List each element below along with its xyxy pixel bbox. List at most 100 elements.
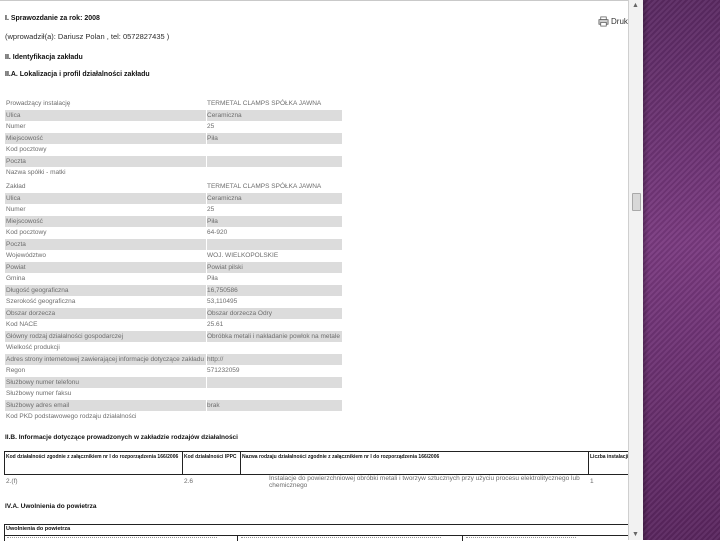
table-row: Numer 25 (5, 121, 342, 133)
field-label: Wielkość produkcji (6, 344, 60, 351)
field-label: Służbowy adres email (6, 401, 70, 409)
decorative-side-panel (643, 0, 720, 540)
section-iib-title: II.B. Informacje dotyczące prowadzonych … (5, 434, 238, 441)
header-installation-count: Liczba instalacji (590, 454, 628, 460)
print-label: Drukuj (611, 16, 628, 26)
field-value (207, 239, 342, 251)
column-stub (7, 537, 217, 541)
field-label: Główny rodzaj działalności gospodarczej (6, 332, 124, 340)
field-label: Poczta (6, 157, 26, 165)
table-row: Wielkość produkcji (5, 342, 342, 354)
column-divider (462, 535, 463, 541)
report-page: I. Sprawozdanie za rok: 2008 (wprowadził… (0, 0, 628, 541)
field-label: Regon (6, 367, 26, 374)
table-row: Nazwa spółki - matki (5, 167, 342, 179)
field-value: Piła (207, 134, 218, 142)
table-row: Poczta (5, 238, 342, 251)
table-row: Kod PKD podstawowego rodzaju działalnośc… (5, 411, 342, 423)
field-label: Poczta (6, 240, 26, 248)
table-row: Służbowy adres email brak (5, 399, 342, 411)
header-activity-code: Kod działalności zgodnie z załącznikiem … (5, 452, 183, 474)
scrollbar-thumb[interactable] (632, 193, 641, 211)
field-value: TERMETAL CLAMPS SPÓŁKA JAWNA (207, 100, 322, 107)
table-row: Regon 571232059 (5, 365, 342, 377)
field-value (207, 388, 342, 400)
field-value: http:// (207, 355, 224, 363)
field-label: Numer (6, 206, 26, 213)
field-label: Obszar dorzecza (6, 309, 56, 317)
field-label: Długość geograficzna (6, 286, 69, 294)
ippc-code: 2.6 (184, 478, 194, 485)
air-releases-columns (4, 535, 628, 541)
section-ii-title: II. Identyfikacja zakładu (5, 54, 83, 61)
scroll-up-arrow-icon[interactable]: ▲ (631, 1, 640, 10)
field-label: Miejscowość (6, 134, 43, 142)
activity-name: Instalacje do powierzchniowej obróbki me… (269, 475, 580, 489)
table-row: Powiat Powiat pilski (5, 261, 342, 273)
field-value (207, 156, 342, 168)
field-label: Adres strony internetowej zawierającej i… (6, 355, 204, 363)
table-row: 2.(f) 2.6 Instalacje do powierzchniowej … (4, 473, 628, 489)
activity-code: 2.(f) (6, 478, 18, 485)
field-value: 571232059 (207, 367, 240, 374)
field-label: Ulica (6, 111, 21, 119)
field-label: Kod PKD podstawowego rodzaju działalnośc… (6, 413, 137, 420)
field-label: Szerokość geograficzna (6, 298, 76, 305)
table-row: Prowadzący instalację TERMETAL CLAMPS SPÓ… (5, 98, 342, 110)
field-value: Obszar dorzecza Odry (207, 309, 273, 317)
field-value: Obróbka metali i nakładanie powłok na me… (207, 332, 340, 340)
field-label: Zakład (6, 183, 26, 190)
table-row: Służbowy numer telefonu (5, 376, 342, 389)
field-label: Kod pocztowy (6, 229, 47, 236)
field-label: Gmina (6, 275, 26, 282)
field-value: 25 (207, 123, 215, 130)
field-value: Powiat pilski (207, 263, 243, 271)
field-label: Miejscowość (6, 217, 43, 225)
table-row: Miejscowość Piła (5, 215, 342, 227)
table-row: Zakład TERMETAL CLAMPS SPÓŁKA JAWNA (5, 181, 342, 193)
table-row: Gmina Piła (5, 273, 342, 285)
table-row: Poczta (5, 155, 342, 168)
field-label: Kod NACE (6, 321, 38, 328)
field-label: Powiat (6, 263, 26, 271)
table-row: Miejscowość Piła (5, 132, 342, 144)
table-row: Kod pocztowy 64-920 (5, 227, 342, 239)
field-label: Prowadzący instalację (6, 100, 71, 107)
field-value (207, 167, 342, 179)
operator-table: Prowadzący instalację TERMETAL CLAMPS SPÓ… (5, 98, 342, 179)
table-row: Ulica Ceramiczna (5, 109, 342, 121)
field-value: Piła (207, 275, 218, 282)
column-divider (237, 535, 238, 541)
printer-icon (598, 16, 609, 26)
column-stub (466, 537, 576, 541)
print-button[interactable]: Drukuj (598, 14, 628, 28)
table-row: Adres strony internetowej zawierającej i… (5, 353, 342, 365)
table-row: Obszar dorzecza Obszar dorzecza Odry (5, 307, 342, 319)
facility-table: Zakład TERMETAL CLAMPS SPÓŁKA JAWNA Ulica C… (5, 181, 342, 423)
contact-info: (wprowadził(a): Dariusz Polan , tel: 057… (5, 32, 170, 41)
field-value: Piła (207, 217, 218, 225)
field-value (207, 377, 342, 389)
table-row: Główny rodzaj działalności gospodarczej O… (5, 330, 342, 342)
scroll-down-arrow-icon[interactable]: ▼ (631, 530, 640, 539)
field-label: Służbowy numer faksu (6, 390, 72, 397)
field-value: Ceramiczna (207, 111, 242, 119)
field-value: 25 (207, 206, 215, 213)
field-label: Numer (6, 123, 26, 130)
field-value: 25.61 (207, 321, 224, 328)
field-value: Ceramiczna (207, 194, 242, 202)
table-row: Długość geograficzna 16,750586 (5, 284, 342, 296)
activity-table-header: Kod działalności zgodnie z załącznikiem … (4, 451, 628, 475)
section-iia-title: II.A. Lokalizacja i profil działalności … (5, 71, 150, 78)
field-label: Kod pocztowy (6, 146, 47, 153)
field-value: brak (207, 401, 220, 409)
section-iva-title: IV.A. Uwolnienia do powietrza (5, 503, 97, 510)
field-value (207, 342, 342, 354)
field-value: 64-920 (207, 229, 228, 236)
header-activity-name: Nazwa rodzaju działalności zgodnie z zał… (241, 452, 589, 474)
field-value (207, 144, 342, 156)
table-row: Kod pocztowy (5, 144, 342, 156)
air-releases-label: Uwolnienia do powietrza (6, 526, 71, 532)
field-value: 16,750586 (207, 286, 238, 294)
vertical-scrollbar[interactable]: ▲ ▼ (628, 0, 643, 540)
